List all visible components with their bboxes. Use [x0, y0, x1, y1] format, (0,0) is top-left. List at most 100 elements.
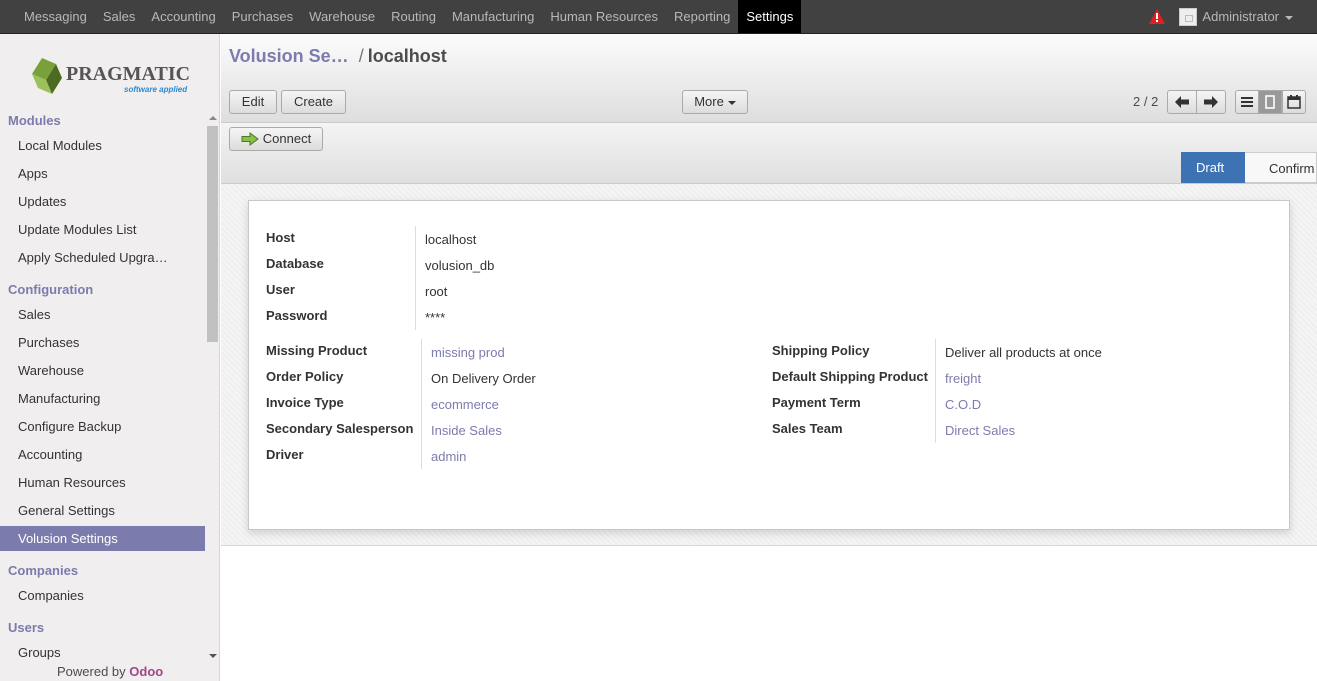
user-area: Administrator [1149, 0, 1293, 33]
arrow-right-icon [241, 132, 259, 146]
missing-product-value[interactable]: missing prod [431, 345, 505, 360]
sidebar-item-human-resources[interactable]: Human Resources [0, 470, 205, 495]
sidebar-item-warehouse[interactable]: Warehouse [0, 358, 205, 383]
company-logo[interactable]: PRAGMATIC software applied [28, 52, 198, 102]
user-label: User [266, 282, 295, 297]
sidebar-item-purchases[interactable]: Purchases [0, 330, 205, 355]
scroll-up-icon[interactable] [209, 116, 217, 120]
host-value: localhost [425, 232, 477, 247]
form-sheet: Host localhost Database volusion_db User… [248, 200, 1290, 530]
sidebar-item-accounting[interactable]: Accounting [0, 442, 205, 467]
scroll-down-icon[interactable] [209, 654, 217, 658]
payment-term-value[interactable]: C.O.D [945, 397, 981, 412]
pager-previous-button[interactable] [1167, 90, 1197, 114]
secondary-salesperson-value[interactable]: Inside Sales [431, 423, 502, 438]
sales-team-label: Sales Team [772, 421, 843, 436]
logo-tagline: software applied [124, 85, 188, 94]
sidebar-item-configure-backup[interactable]: Configure Backup [0, 414, 205, 439]
stage-draft[interactable]: Draft [1181, 152, 1259, 183]
missing-product-label: Missing Product [266, 343, 368, 358]
sidebar-section-companies[interactable]: Companies [8, 563, 78, 578]
avatar[interactable] [1179, 7, 1198, 26]
calendar-view-button[interactable] [1282, 90, 1306, 114]
top-menu: Messaging Sales Accounting Purchases War… [16, 0, 802, 33]
sidebar-item-sales[interactable]: Sales [0, 302, 205, 327]
shipping-policy-value: Deliver all products at once [945, 345, 1102, 360]
menu-sales[interactable]: Sales [95, 0, 144, 33]
payment-term-label: Payment Term [772, 395, 861, 410]
database-value: volusion_db [425, 258, 495, 273]
odoo-link[interactable]: Odoo [129, 664, 163, 679]
top-menu-bar: Messaging Sales Accounting Purchases War… [0, 0, 1317, 34]
menu-warehouse[interactable]: Warehouse [301, 0, 383, 33]
driver-value[interactable]: admin [431, 449, 466, 464]
edit-button[interactable]: Edit [229, 90, 277, 114]
menu-manufacturing[interactable]: Manufacturing [444, 0, 542, 33]
sidebar-section-modules[interactable]: Modules [8, 113, 61, 128]
form-view-button[interactable] [1258, 90, 1282, 114]
sidebar-item-companies[interactable]: Companies [0, 583, 205, 608]
control-panel: Volusion Se… / localhost Edit Create More … [221, 34, 1317, 123]
sidebar-item-apps[interactable]: Apps [0, 161, 205, 186]
scroll-thumb[interactable] [207, 126, 218, 342]
menu-messaging[interactable]: Messaging [16, 0, 95, 33]
sidebar-item-local-modules[interactable]: Local Modules [0, 133, 205, 158]
sidebar-scrollbar[interactable] [206, 108, 219, 666]
warning-triangle-icon[interactable] [1149, 9, 1166, 24]
sidebar-item-groups[interactable]: Groups [0, 640, 205, 665]
sidebar-menu: Modules Local Modules Apps Updates Updat… [0, 108, 205, 666]
user-value: root [425, 284, 448, 299]
menu-accounting[interactable]: Accounting [143, 0, 223, 33]
sidebar: PRAGMATIC software applied Modules Local… [0, 34, 220, 681]
powered-by: Powered by Odoo [57, 664, 163, 679]
list-view-icon [1241, 97, 1253, 107]
sidebar-item-volusion-settings[interactable]: Volusion Settings [0, 526, 205, 551]
calendar-icon [1287, 95, 1301, 109]
stage-confirm[interactable]: Confirm [1245, 152, 1317, 183]
arrow-right-icon [1204, 96, 1218, 108]
powered-by-label: Powered by [57, 664, 126, 679]
order-policy-value: On Delivery Order [431, 371, 536, 386]
divider [935, 339, 936, 443]
host-label: Host [266, 230, 295, 245]
order-policy-label: Order Policy [266, 369, 344, 384]
password-label: Password [266, 308, 328, 323]
user-menu[interactable]: Administrator [1202, 9, 1279, 24]
chevron-down-icon [727, 100, 736, 105]
create-button[interactable]: Create [281, 90, 346, 114]
breadcrumb-separator: / [358, 46, 364, 66]
breadcrumb-current: localhost [367, 46, 447, 66]
list-view-button[interactable] [1235, 90, 1259, 114]
more-label: More [694, 94, 724, 109]
sales-team-value[interactable]: Direct Sales [945, 423, 1015, 438]
logo-name: PRAGMATIC [66, 63, 190, 85]
sidebar-item-apply-scheduled-upgrades[interactable]: Apply Scheduled Upgra… [0, 245, 205, 270]
sidebar-item-update-modules-list[interactable]: Update Modules List [0, 217, 205, 242]
form-view-icon [1265, 95, 1275, 109]
breadcrumb: Volusion Se… / localhost [229, 46, 447, 67]
secondary-salesperson-label: Secondary Salesperson [266, 421, 414, 436]
connect-label: Connect [262, 131, 312, 146]
connect-button[interactable]: Connect [229, 127, 323, 151]
more-dropdown[interactable]: More [682, 90, 748, 114]
menu-human-resources[interactable]: Human Resources [542, 0, 666, 33]
sidebar-section-configuration[interactable]: Configuration [8, 282, 93, 297]
invoice-type-label: Invoice Type [266, 395, 344, 410]
menu-purchases[interactable]: Purchases [224, 0, 301, 33]
sidebar-section-users[interactable]: Users [8, 620, 44, 635]
form-header: Connect Draft Confirm [221, 123, 1317, 184]
menu-routing[interactable]: Routing [383, 0, 444, 33]
sidebar-item-general-settings[interactable]: General Settings [0, 498, 205, 523]
pager-next-button[interactable] [1196, 90, 1226, 114]
sidebar-item-manufacturing[interactable]: Manufacturing [0, 386, 205, 411]
default-shipping-product-label: Default Shipping Product [772, 369, 928, 384]
chevron-down-icon[interactable] [1285, 16, 1293, 20]
breadcrumb-parent[interactable]: Volusion Se… [229, 46, 349, 66]
password-value: **** [425, 310, 446, 325]
invoice-type-value[interactable]: ecommerce [431, 397, 499, 412]
menu-settings[interactable]: Settings [738, 0, 802, 33]
menu-reporting[interactable]: Reporting [666, 0, 738, 33]
sidebar-item-updates[interactable]: Updates [0, 189, 205, 214]
default-shipping-product-value[interactable]: freight [945, 371, 981, 386]
divider [415, 226, 416, 330]
